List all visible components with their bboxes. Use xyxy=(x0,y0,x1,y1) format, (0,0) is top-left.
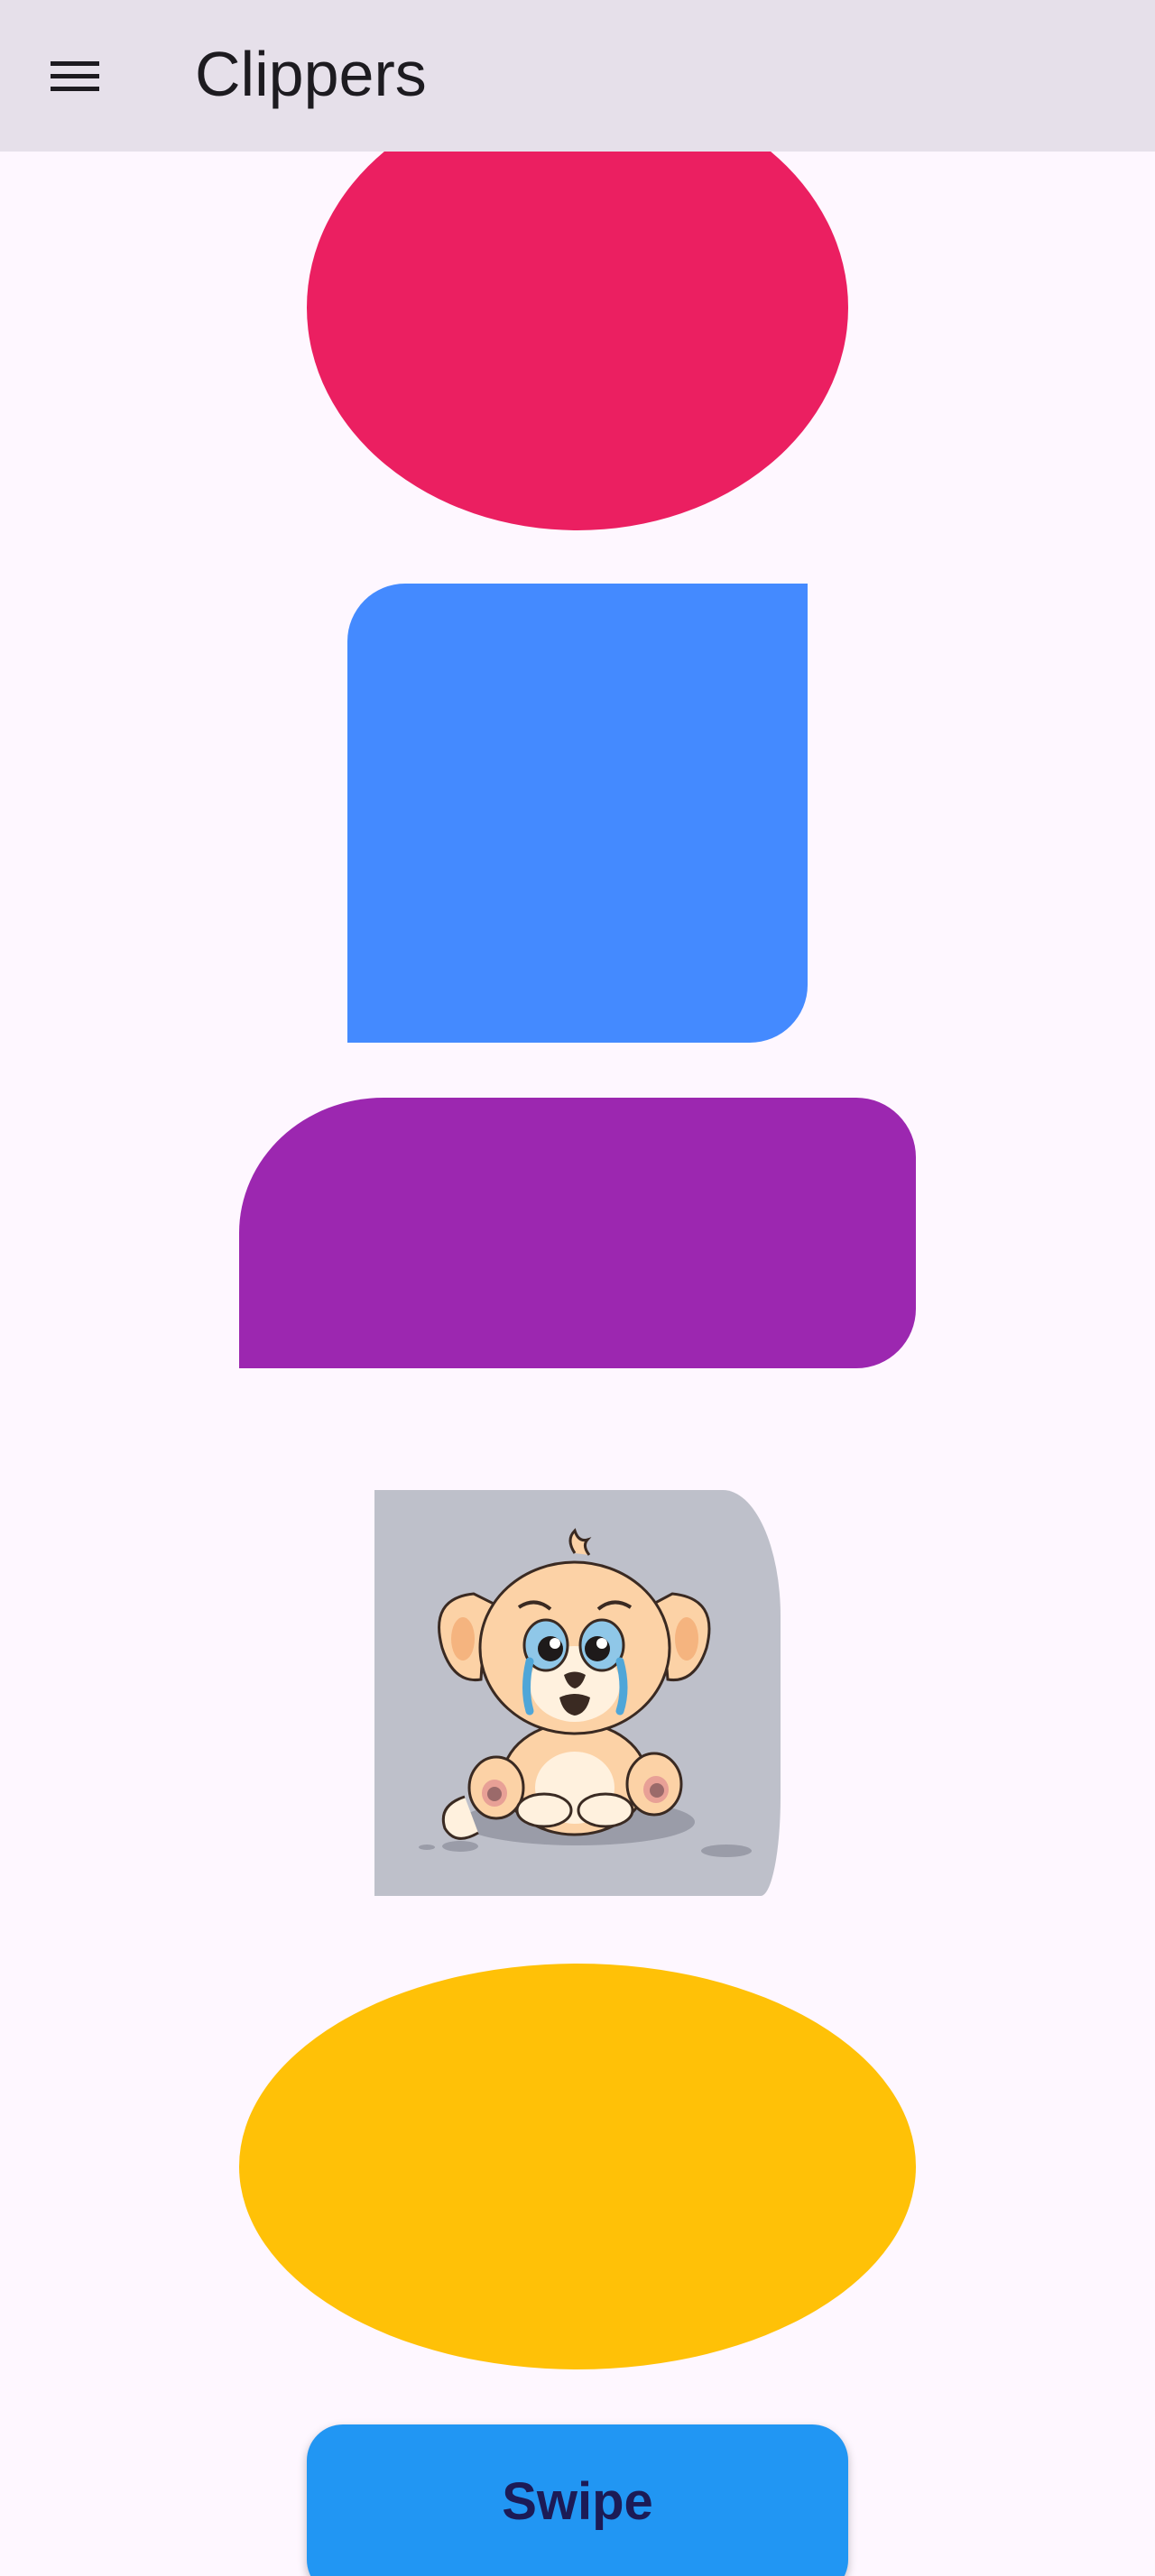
app-bar: Clippers xyxy=(0,0,1155,152)
page-title: Clippers xyxy=(195,39,427,109)
crying-puppy-image xyxy=(374,1490,781,1896)
swipe-button-label: Swipe xyxy=(502,2472,653,2531)
yellow-oval xyxy=(239,1964,916,2369)
shapes-list[interactable]: Swipe xyxy=(0,152,1155,2576)
purple-box xyxy=(239,1098,916,1368)
swipe-button[interactable]: Swipe xyxy=(307,2424,848,2576)
hamburger-menu-icon xyxy=(51,61,99,91)
red-oval xyxy=(307,152,848,530)
puppy-card xyxy=(374,1490,781,1896)
menu-button[interactable] xyxy=(31,36,121,115)
blue-box xyxy=(347,584,808,1043)
